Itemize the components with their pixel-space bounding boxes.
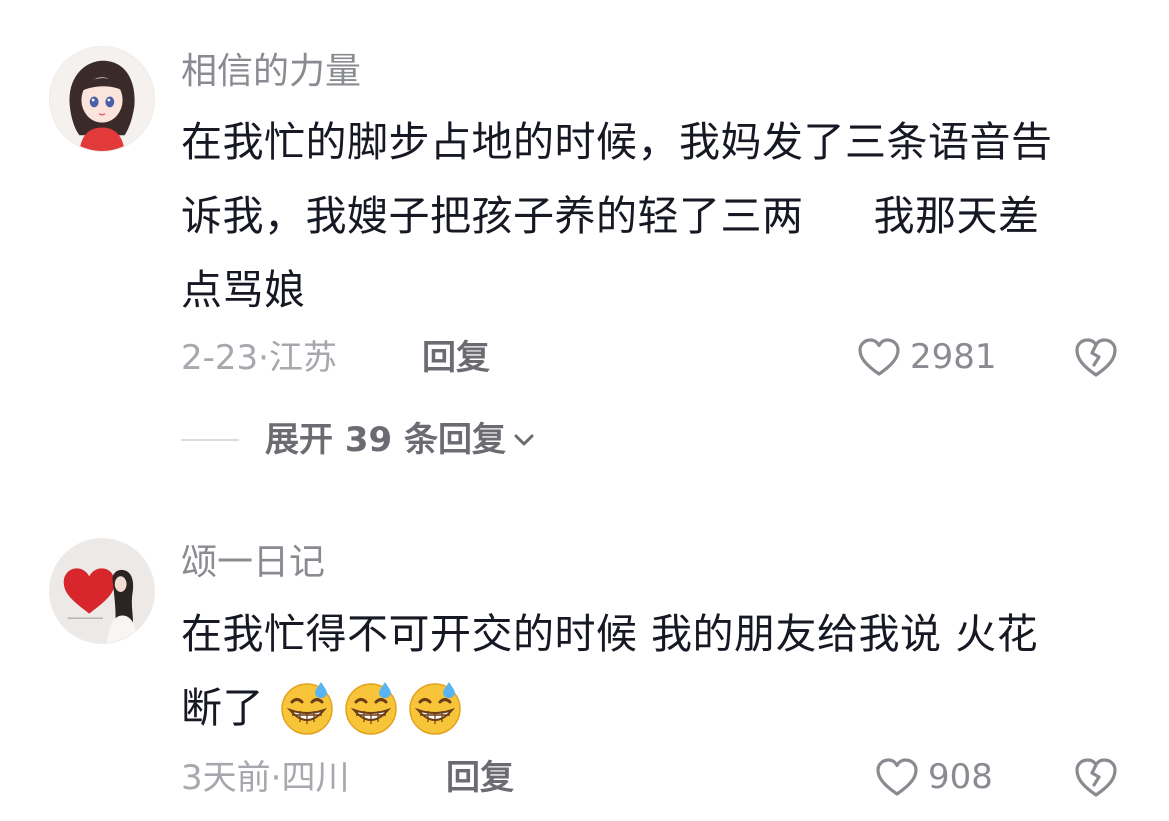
broken-heart-icon	[1075, 758, 1117, 797]
grinning-sweat-emoji	[408, 682, 461, 735]
like-button[interactable]: 908	[874, 756, 993, 798]
meta-separator: ·	[270, 758, 282, 798]
dislike-button[interactable]	[1072, 755, 1120, 799]
comment-meta: 3天前·四川	[181, 758, 349, 798]
heart-outline-icon	[876, 758, 918, 796]
comment-text-segment: 断了	[181, 684, 264, 732]
comment-text-line: 断了	[181, 671, 1121, 745]
grinning-sweat-emoji	[344, 682, 397, 735]
comment-text-line: 在我忙得不可开交的时候 我的朋友给我说 火花	[181, 610, 1039, 658]
comment-text: 在我忙得不可开交的时候 我的朋友给我说 火花 断了	[181, 597, 1121, 745]
comment-2: 颂一日记 在我忙得不可开交的时候 我的朋友给我说 火花 断了 3天前·四川 回复…	[0, 0, 1169, 821]
avatar[interactable]	[49, 538, 155, 644]
comment-date: 3天前	[181, 758, 271, 798]
reply-button[interactable]: 回复	[446, 758, 514, 798]
grinning-sweat-emoji	[280, 682, 333, 735]
comment-location: 四川	[281, 758, 350, 798]
username[interactable]: 颂一日记	[181, 543, 325, 583]
like-count: 908	[928, 757, 993, 797]
